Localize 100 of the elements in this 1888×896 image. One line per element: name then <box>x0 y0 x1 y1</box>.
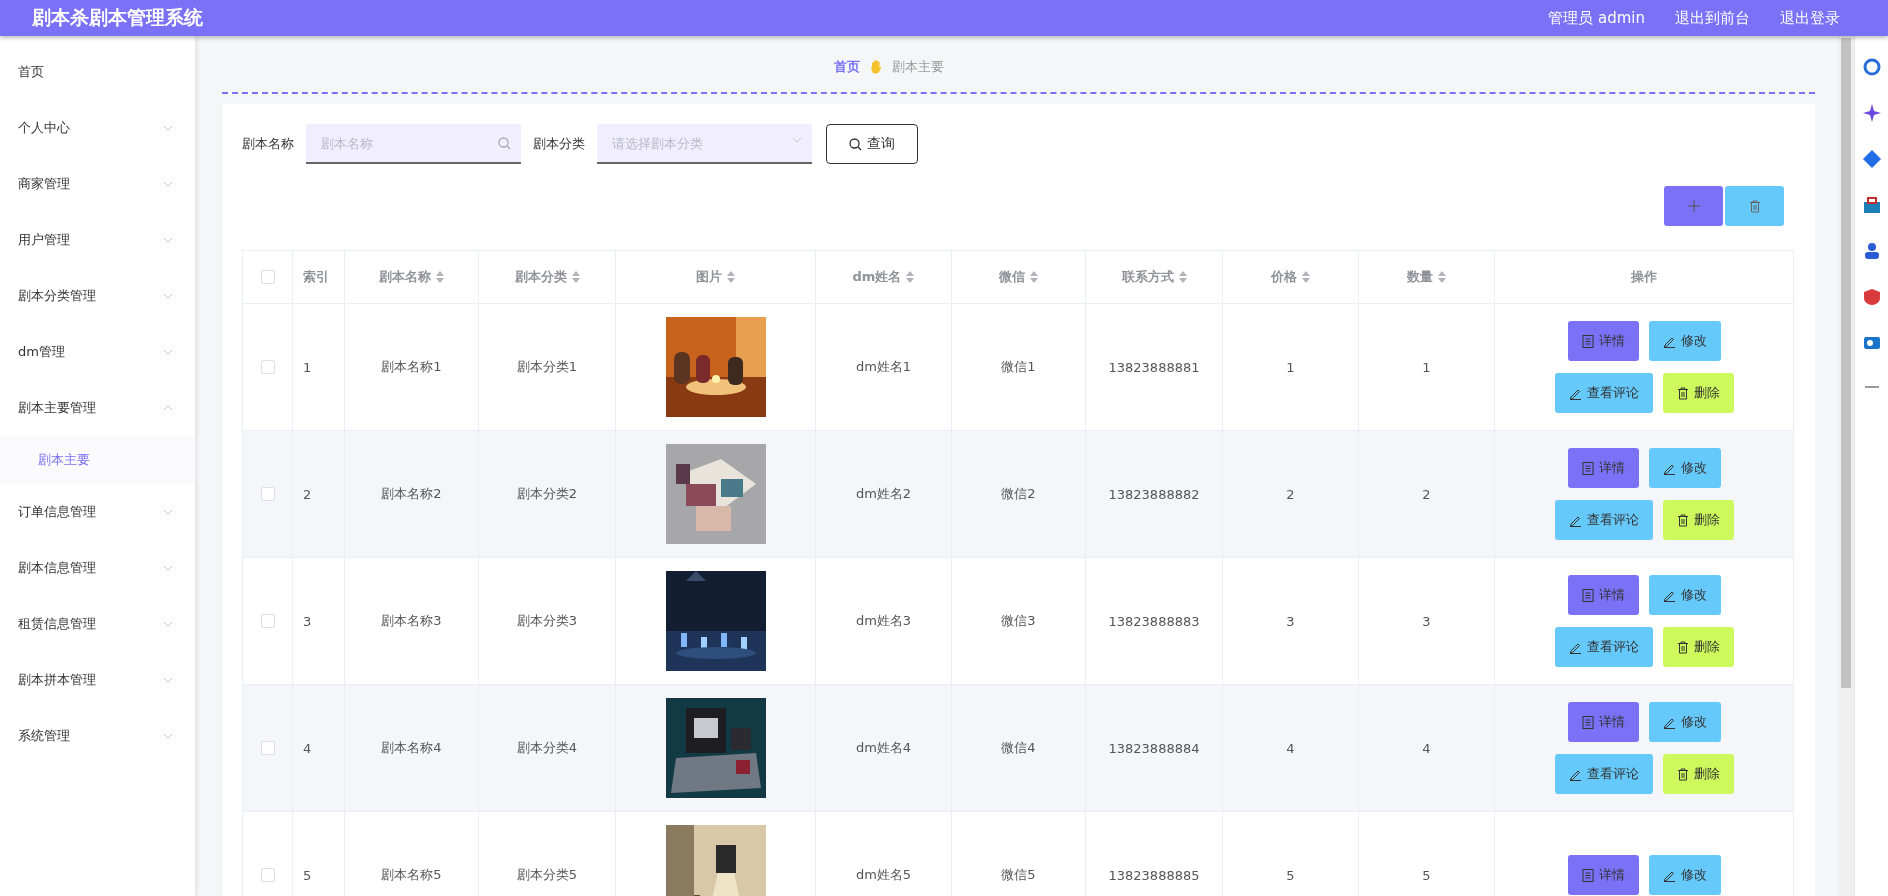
table-cell: 5 <box>1286 867 1295 883</box>
table-cell: dm姓名3 <box>855 612 912 630</box>
sidebar-item[interactable]: 系统管理 <box>0 708 195 764</box>
table-cell: 13823888883 <box>1108 613 1200 629</box>
search-icon <box>498 137 511 150</box>
header-link[interactable]: 管理员 admin <box>1548 8 1645 28</box>
sidebar-item[interactable]: 剧本分类管理 <box>0 268 195 324</box>
hand-icon <box>869 60 882 74</box>
delete-button[interactable]: 删除 <box>1662 373 1734 413</box>
chevron-down-icon <box>163 349 173 355</box>
table-cell: 4 <box>303 740 312 756</box>
table-cell: 剧本分类5 <box>516 866 578 884</box>
column-header: 联系方式 <box>1121 268 1174 286</box>
sidebar-item[interactable]: 剧本信息管理 <box>0 540 195 596</box>
shield-icon[interactable] <box>1862 288 1881 306</box>
sort-icon[interactable] <box>906 271 915 283</box>
comment-button[interactable]: 查看评论 <box>1554 373 1653 413</box>
search-icon <box>849 137 862 151</box>
search-button[interactable]: 查询 <box>826 124 918 164</box>
edit-button[interactable]: 修改 <box>1648 321 1721 361</box>
table-cell: 5 <box>1422 867 1431 883</box>
delete-button[interactable] <box>1725 186 1784 226</box>
sort-icon[interactable] <box>436 271 444 283</box>
table-cell: dm姓名2 <box>855 485 912 503</box>
chevron-down-icon <box>163 565 173 571</box>
bag-icon[interactable] <box>1862 196 1881 214</box>
document-icon <box>1581 461 1594 475</box>
breadcrumb-item[interactable]: 首页 <box>833 58 860 76</box>
table-cell: 剧本分类1 <box>516 358 578 376</box>
comment-button[interactable]: 查看评论 <box>1554 500 1653 540</box>
sidebar-item[interactable]: 订单信息管理 <box>0 484 195 540</box>
sort-icon[interactable] <box>1178 271 1187 283</box>
chevron-down-icon <box>163 125 173 131</box>
header-link[interactable]: 退出到前台 <box>1675 8 1750 28</box>
sort-icon[interactable] <box>571 271 580 283</box>
table-cell: 剧本名称5 <box>381 866 442 884</box>
table-cell: 剧本分类2 <box>516 485 578 503</box>
edit-button[interactable]: 修改 <box>1648 855 1721 895</box>
chevron-down-icon <box>163 293 173 299</box>
table-cell: 微信2 <box>1001 485 1036 503</box>
comment-button[interactable]: 查看评论 <box>1554 627 1653 667</box>
sidebar-item[interactable]: 剧本拼本管理 <box>0 652 195 708</box>
table-cell: 1 <box>1286 359 1295 375</box>
document-icon <box>1581 868 1594 882</box>
select-all-checkbox[interactable] <box>260 270 275 284</box>
chevron-down-icon <box>163 509 173 515</box>
column-header: 剧本分类 <box>514 268 567 286</box>
table-cell: 剧本名称1 <box>381 358 442 376</box>
row-checkbox[interactable] <box>260 614 275 628</box>
row-checkbox[interactable] <box>260 360 275 374</box>
comment-button[interactable]: 查看评论 <box>1554 754 1653 794</box>
sidebar-item[interactable]: 租赁信息管理 <box>0 596 195 652</box>
table-cell: 剧本名称3 <box>381 612 442 630</box>
trash-icon <box>1748 199 1761 213</box>
trash-icon <box>1676 767 1689 781</box>
delete-button[interactable]: 删除 <box>1662 627 1734 667</box>
field-label: 剧本分类 <box>533 135 585 153</box>
table-cell: 4 <box>1286 740 1295 756</box>
sidebar-item[interactable]: 首页 <box>0 44 195 100</box>
sort-icon[interactable] <box>1030 271 1038 283</box>
delete-button[interactable]: 删除 <box>1662 500 1734 540</box>
sort-icon[interactable] <box>1302 271 1310 283</box>
edit-button[interactable]: 修改 <box>1648 575 1721 615</box>
column-header: 图片 <box>696 268 722 286</box>
sidebar-item[interactable]: 个人中心 <box>0 100 195 156</box>
table-cell: 剧本分类3 <box>516 612 578 630</box>
header-link[interactable]: 退出登录 <box>1780 8 1840 28</box>
table-cell: 2 <box>1422 486 1431 502</box>
sidebar-item[interactable]: 剧本主要管理 <box>0 380 195 436</box>
people-icon[interactable] <box>1862 242 1881 260</box>
table-cell: 微信3 <box>1001 612 1036 630</box>
sort-icon[interactable] <box>727 271 735 283</box>
table-cell: dm姓名1 <box>855 358 912 376</box>
chevron-down-icon <box>792 137 802 143</box>
row-checkbox[interactable] <box>260 741 275 755</box>
chevron-up-icon <box>163 405 173 411</box>
edit-button[interactable]: 修改 <box>1648 702 1721 742</box>
table-cell: 13823888882 <box>1108 486 1200 502</box>
row-checkbox[interactable] <box>260 868 275 882</box>
delete-button[interactable]: 删除 <box>1662 754 1734 794</box>
sidebar-item[interactable]: 用户管理 <box>0 212 195 268</box>
scrollbar[interactable] <box>1838 36 1854 896</box>
diamond-icon[interactable] <box>1862 150 1881 168</box>
column-header: 数量 <box>1407 268 1433 286</box>
sidebar-subitem[interactable]: 剧本主要 <box>0 436 195 484</box>
sparkle-icon[interactable] <box>1862 104 1881 122</box>
sort-icon[interactable] <box>1438 271 1446 283</box>
table-cell: 13823888881 <box>1108 359 1200 375</box>
table-cell: 13823888884 <box>1108 740 1200 756</box>
table-cell: 5 <box>303 867 312 883</box>
column-header: 微信 <box>999 268 1025 286</box>
field-label: 剧本名称 <box>242 135 294 153</box>
table-cell: 1 <box>303 359 312 375</box>
sidebar-item[interactable]: 商家管理 <box>0 156 195 212</box>
edit-button[interactable]: 修改 <box>1648 448 1721 488</box>
row-checkbox[interactable] <box>260 487 275 501</box>
table-cell: 剧本分类4 <box>516 739 578 757</box>
sidebar-item[interactable]: dm管理 <box>0 324 195 380</box>
table-cell: 微信5 <box>1001 866 1036 884</box>
table-cell: dm姓名5 <box>855 866 912 884</box>
